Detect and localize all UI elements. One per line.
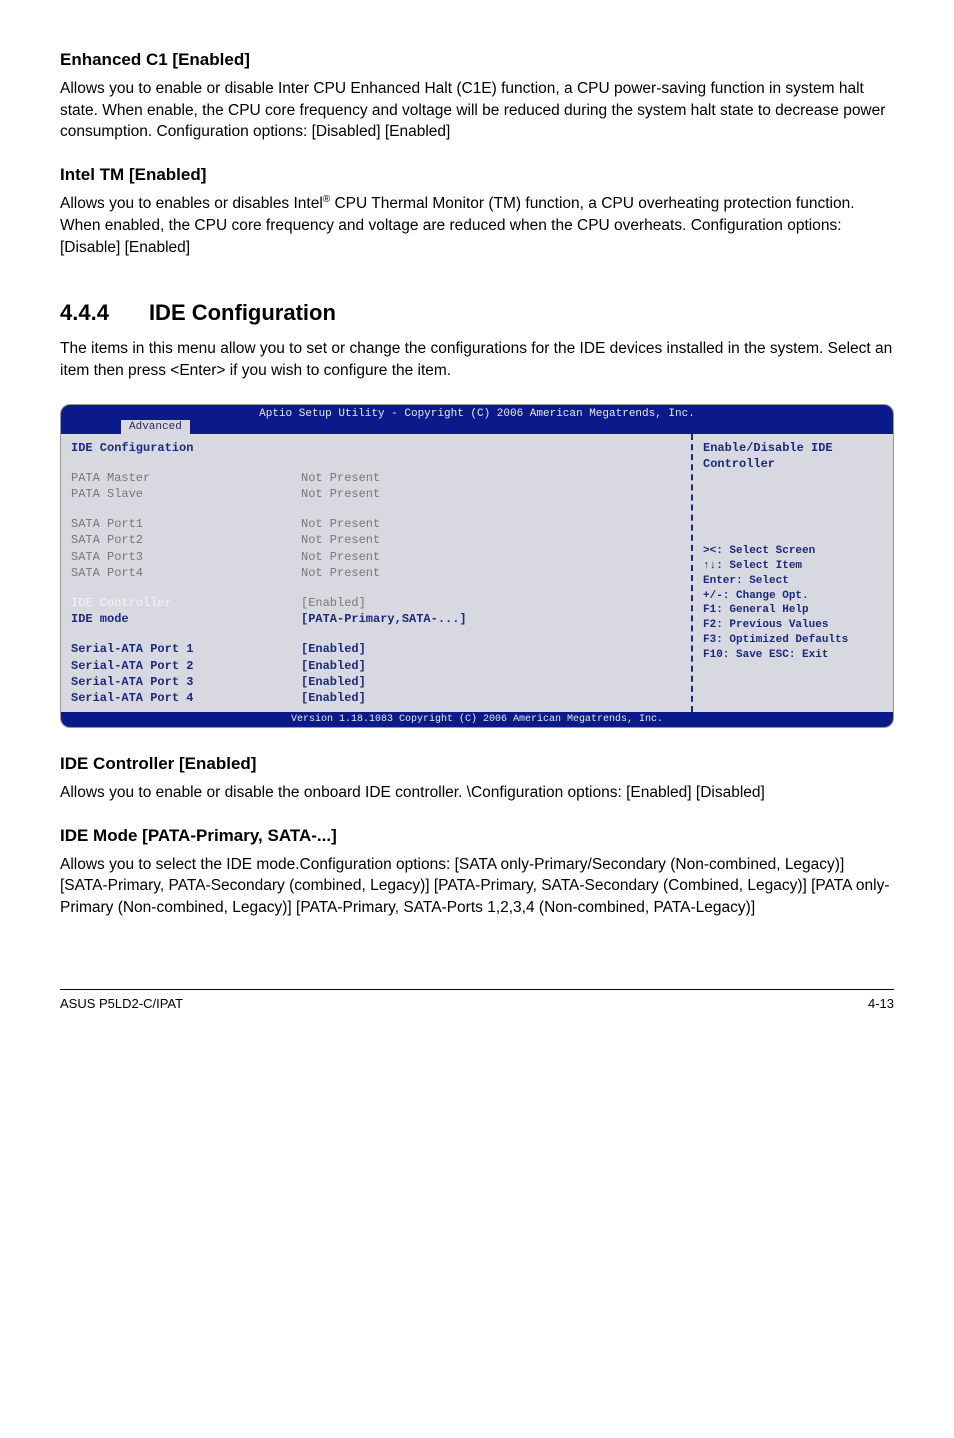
ide-config-intro: The items in this menu allow you to set … <box>60 338 894 381</box>
bios-row-sata4: SATA Port4 Not Present <box>71 565 681 581</box>
bios-row-ide-mode: IDE mode [PATA-Primary,SATA-...] <box>71 611 681 627</box>
bios-row-serial1: Serial-ATA Port 1 [Enabled] <box>71 641 681 657</box>
bios-right-description: Enable/Disable IDE Controller <box>703 440 883 472</box>
bios-row-sata2: SATA Port2 Not Present <box>71 532 681 548</box>
bios-tab-row: Advanced <box>61 420 893 434</box>
bios-body: IDE Configuration PATA Master Not Presen… <box>61 434 893 712</box>
bios-screenshot: Aptio Setup Utility - Copyright (C) 2006… <box>60 404 894 728</box>
bios-config-title-row: IDE Configuration <box>71 440 681 456</box>
bios-tab-advanced: Advanced <box>121 420 190 434</box>
bios-help-text: ><: Select Screen ↑↓: Select Item Enter:… <box>703 544 883 663</box>
page-footer: ASUS P5LD2-C/IPAT 4-13 <box>60 989 894 1011</box>
enhanced-c1-heading: Enhanced C1 [Enabled] <box>60 50 894 70</box>
bios-left-pane: IDE Configuration PATA Master Not Presen… <box>61 434 693 712</box>
enhanced-c1-text: Allows you to enable or disable Inter CP… <box>60 78 894 143</box>
intel-tm-heading: Intel TM [Enabled] <box>60 165 894 185</box>
intel-tm-text-prefix: Allows you to enables or disables Intel <box>60 195 323 212</box>
bios-footer: Version 1.18.1083 Copyright (C) 2006 Ame… <box>61 712 893 727</box>
section-number: 4.4.4 <box>60 300 109 326</box>
footer-right: 4-13 <box>868 996 894 1011</box>
bios-row-serial4: Serial-ATA Port 4 [Enabled] <box>71 690 681 706</box>
ide-config-section-heading: 4.4.4 IDE Configuration <box>60 300 894 326</box>
ide-mode-text: Allows you to select the IDE mode.Config… <box>60 854 894 919</box>
bios-row-sata3: SATA Port3 Not Present <box>71 549 681 565</box>
bios-row-serial3: Serial-ATA Port 3 [Enabled] <box>71 674 681 690</box>
section-title: IDE Configuration <box>149 300 336 325</box>
footer-left: ASUS P5LD2-C/IPAT <box>60 996 183 1011</box>
bios-row-pata-slave: PATA Slave Not Present <box>71 486 681 502</box>
bios-right-pane: Enable/Disable IDE Controller ><: Select… <box>693 434 893 712</box>
bios-header: Aptio Setup Utility - Copyright (C) 2006… <box>61 405 893 434</box>
ide-mode-heading: IDE Mode [PATA-Primary, SATA-...] <box>60 826 894 846</box>
bios-row-serial2: Serial-ATA Port 2 [Enabled] <box>71 658 681 674</box>
bios-row-sata1: SATA Port1 Not Present <box>71 516 681 532</box>
intel-tm-text: Allows you to enables or disables Intel®… <box>60 193 894 258</box>
ide-controller-text: Allows you to enable or disable the onbo… <box>60 782 894 804</box>
bios-row-pata-master: PATA Master Not Present <box>71 470 681 486</box>
bios-row-ide-controller: IDE Controller [Enabled] <box>71 595 681 611</box>
bios-header-title: Aptio Setup Utility - Copyright (C) 2006… <box>61 408 893 420</box>
ide-controller-heading: IDE Controller [Enabled] <box>60 754 894 774</box>
bios-config-title: IDE Configuration <box>71 440 301 456</box>
